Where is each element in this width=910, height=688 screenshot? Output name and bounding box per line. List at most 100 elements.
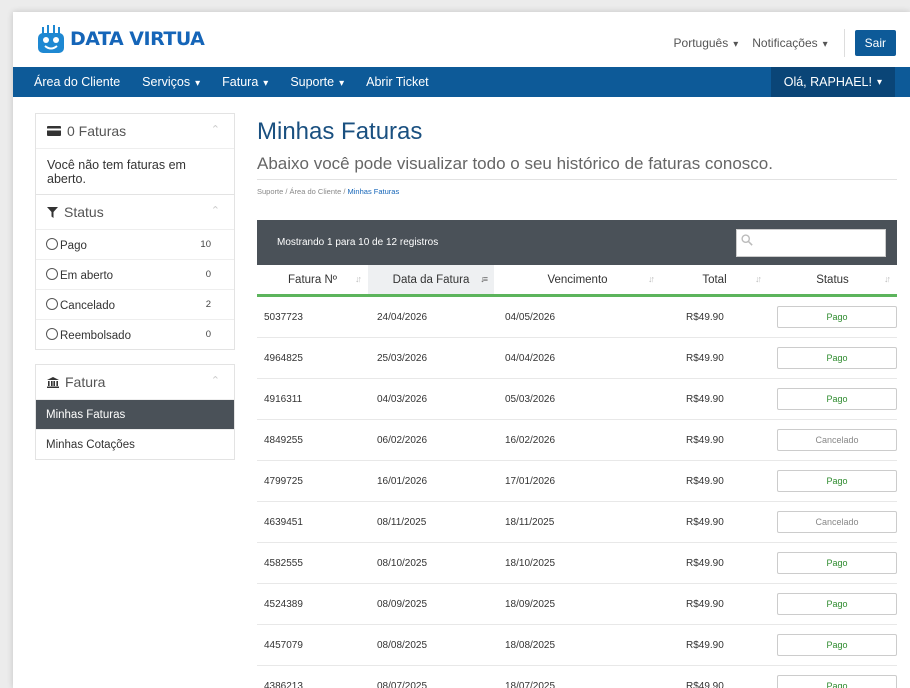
status-badge: Pago: [777, 470, 897, 492]
nav-area-cliente[interactable]: Área do Cliente: [34, 75, 120, 89]
nav-servicos[interactable]: Serviços: [142, 75, 200, 89]
status-filter-label: Pago: [60, 239, 87, 252]
language-dropdown[interactable]: Português: [674, 36, 739, 50]
nav-fatura[interactable]: Fatura: [222, 75, 268, 89]
nav-suporte[interactable]: Suporte: [290, 75, 344, 89]
status-badge: Cancelado: [777, 429, 897, 451]
search-input[interactable]: [736, 229, 886, 257]
sidebar-item-label: Minhas Faturas: [46, 408, 126, 421]
invoice-number-cell: 4582555: [264, 557, 303, 569]
page-subtitle: Abaixo você pode visualizar todo o seu h…: [257, 154, 773, 173]
table-row[interactable]: 4799725 16/01/2026 17/01/2026 R$49.90 Pago: [257, 461, 897, 502]
invoice-date-cell: 06/02/2026: [377, 434, 428, 446]
breadcrumb-suporte[interactable]: Suporte: [257, 187, 283, 196]
top-header: DATA VIRTUA Português Notificações Sair: [13, 12, 910, 67]
invoice-date-cell: 24/04/2026: [377, 311, 428, 323]
total-cell: R$49.90: [686, 516, 724, 528]
radio-icon[interactable]: [46, 297, 58, 310]
due-date-cell: 04/04/2026: [505, 352, 556, 364]
radio-icon[interactable]: [46, 267, 58, 280]
breadcrumb-current: Minhas Faturas: [347, 187, 400, 196]
column-header-total[interactable]: Total ↓↑: [661, 265, 768, 297]
status-badge: Pago: [777, 634, 897, 656]
status-panel-header[interactable]: Status ⌃: [36, 195, 234, 230]
table-row[interactable]: 4964825 25/03/2026 04/04/2026 R$49.90 Pago: [257, 338, 897, 379]
status-cell: Pago: [768, 297, 897, 337]
status-cell: Pago: [768, 338, 897, 378]
sidebar-item-minhas-faturas[interactable]: Minhas Faturas: [36, 400, 234, 429]
status-cell: Pago: [768, 543, 897, 583]
page-title: Minhas Faturas: [257, 118, 423, 145]
due-date-cell: 16/02/2026: [505, 434, 556, 446]
sort-icon: ↓↑: [884, 274, 891, 284]
column-header-status[interactable]: Status ↓↑: [768, 265, 897, 297]
total-cell: R$49.90: [686, 598, 724, 610]
total-cell: R$49.90: [686, 393, 724, 405]
status-cell: Pago: [768, 625, 897, 665]
due-date-cell: 18/08/2025: [505, 639, 556, 651]
breadcrumb-area-cliente[interactable]: Área do Cliente: [290, 187, 342, 196]
invoice-number-cell: 4849255: [264, 434, 303, 446]
logout-button[interactable]: Sair: [854, 30, 896, 56]
radio-icon[interactable]: [46, 237, 58, 250]
invoice-number-cell: 4457079: [264, 639, 303, 651]
due-date-cell: 18/09/2025: [505, 598, 556, 610]
status-filter-reembolsado[interactable]: Reembolsado 0: [36, 319, 234, 349]
total-cell: R$49.90: [686, 680, 724, 688]
status-filter-em-aberto[interactable]: Em aberto 0: [36, 259, 234, 289]
user-menu[interactable]: Olá, RAPHAEL!: [770, 67, 895, 97]
radio-icon[interactable]: [46, 327, 58, 340]
invoice-number-cell: 5037723: [264, 311, 303, 323]
table-row[interactable]: 4582555 08/10/2025 18/10/2025 R$49.90 Pago: [257, 543, 897, 584]
invoice-date-cell: 08/08/2025: [377, 639, 428, 651]
sort-icon: ↓≡: [480, 274, 488, 284]
total-cell: R$49.90: [686, 352, 724, 364]
status-count: 0: [205, 329, 211, 340]
invoices-panel-title: 0 Faturas: [67, 123, 127, 139]
due-date-cell: 17/01/2026: [505, 475, 556, 487]
chevron-up-icon[interactable]: ⌃: [211, 374, 220, 387]
invoices-panel-header[interactable]: 0 Faturas ⌃: [36, 114, 234, 149]
invoice-number-cell: 4799725: [264, 475, 303, 487]
table-header: Fatura Nº ↓↑ Data da Fatura ↓≡ Vencimento ↓…: [257, 265, 897, 297]
status-filter-cancelado[interactable]: Cancelado 2: [36, 289, 234, 319]
column-header-fatura[interactable]: Fatura Nº ↓↑: [257, 265, 368, 297]
status-filter-label: Em aberto: [60, 269, 114, 282]
fatura-panel-title: Fatura: [65, 374, 106, 390]
chevron-up-icon[interactable]: ⌃: [211, 123, 220, 136]
status-panel: Status ⌃ Pago 10 Em aberto 0 Cancelado 2…: [35, 194, 235, 350]
column-header-data[interactable]: Data da Fatura ↓≡: [368, 265, 494, 297]
invoice-date-cell: 16/01/2026: [377, 475, 428, 487]
status-cell: Cancelado: [768, 502, 897, 542]
column-header-vencimento[interactable]: Vencimento ↓↑: [494, 265, 661, 297]
status-count: 2: [205, 299, 211, 310]
status-filter-pago[interactable]: Pago 10: [36, 230, 234, 259]
invoice-date-cell: 08/07/2025: [377, 680, 428, 688]
table-row[interactable]: 4457079 08/08/2025 18/08/2025 R$49.90 Pago: [257, 625, 897, 666]
invoices-panel: 0 Faturas ⌃ Você não tem faturas em aber…: [35, 113, 235, 196]
brand-logo[interactable]: DATA VIRTUA: [35, 22, 205, 56]
invoice-date-cell: 08/10/2025: [377, 557, 428, 569]
status-badge: Cancelado: [777, 511, 897, 533]
total-cell: R$49.90: [686, 434, 724, 446]
table-row[interactable]: 4916311 04/03/2026 05/03/2026 R$49.90 Pago: [257, 379, 897, 420]
table-row[interactable]: 4639451 08/11/2025 18/11/2025 R$49.90 Cancel…: [257, 502, 897, 543]
table-row[interactable]: 5037723 24/04/2026 04/05/2026 R$49.90 Pago: [257, 297, 897, 338]
chevron-up-icon[interactable]: ⌃: [211, 204, 220, 217]
notifications-dropdown[interactable]: Notificações: [752, 36, 827, 50]
nav-abrir-ticket[interactable]: Abrir Ticket: [366, 75, 429, 89]
invoice-number-cell: 4639451: [264, 516, 303, 528]
invoice-date-cell: 25/03/2026: [377, 352, 428, 364]
table-row[interactable]: 4386213 08/07/2025 18/07/2025 R$49.90 Pago: [257, 666, 897, 688]
sidebar-item-minhas-cotacoes[interactable]: Minhas Cotações: [36, 429, 234, 459]
table-row[interactable]: 4524389 08/09/2025 18/09/2025 R$49.90 Pago: [257, 584, 897, 625]
status-cell: Pago: [768, 461, 897, 501]
title-divider: [257, 179, 897, 180]
table-toolbar: Mostrando 1 para 10 de 12 registros: [257, 220, 897, 265]
status-badge: Pago: [777, 306, 897, 328]
table-row[interactable]: 4849255 06/02/2026 16/02/2026 R$49.90 Cancel…: [257, 420, 897, 461]
fatura-panel-header[interactable]: Fatura ⌃: [36, 365, 234, 400]
status-cell: Pago: [768, 666, 897, 688]
invoice-number-cell: 4524389: [264, 598, 303, 610]
sort-icon: ↓↑: [755, 274, 762, 284]
